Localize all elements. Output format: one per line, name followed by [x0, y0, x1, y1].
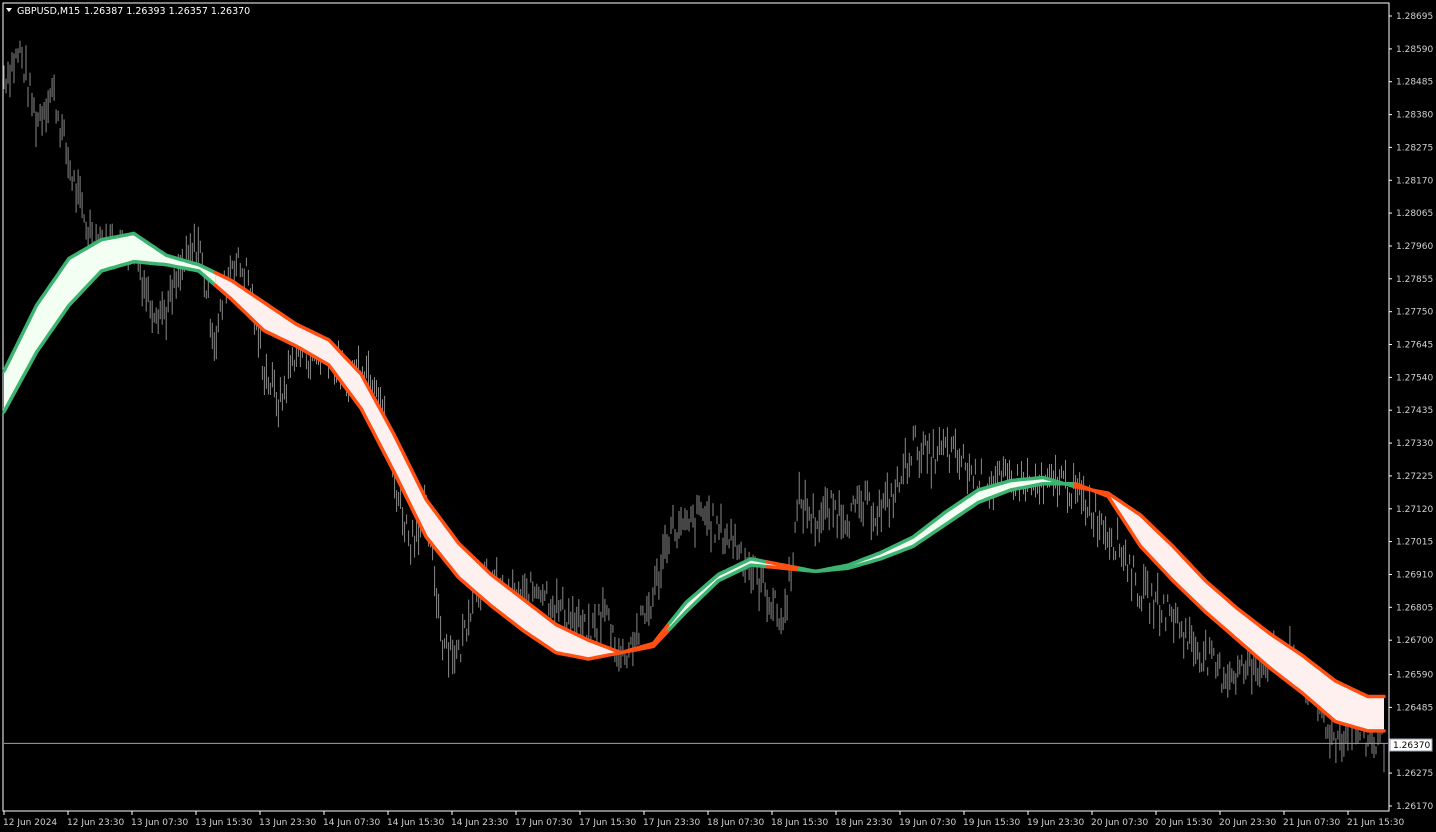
- x-tick-label: 14 Jun 15:30: [387, 818, 444, 828]
- ohlc-quote: 1.26387 1.26393 1.26357 1.26370: [84, 6, 250, 17]
- y-tick-label: 1.26805: [1396, 603, 1433, 613]
- x-tick-label: 13 Jun 15:30: [195, 818, 252, 828]
- x-tick-label: 20 Jun 07:30: [1091, 818, 1148, 828]
- x-tick-label: 19 Jun 15:30: [963, 818, 1020, 828]
- x-tick-label: 21 Jun 07:30: [1283, 818, 1340, 828]
- x-tick-label: 13 Jun 23:30: [259, 818, 316, 828]
- x-tick-label: 14 Jun 23:30: [451, 818, 508, 828]
- y-tick-label: 1.28065: [1396, 209, 1433, 219]
- y-tick-label: 1.28590: [1396, 45, 1433, 55]
- y-tick-label: 1.26700: [1396, 636, 1433, 646]
- chart-header[interactable]: GBPUSD,M15 1.26387 1.26393 1.26357 1.263…: [6, 6, 250, 17]
- y-tick-label: 1.28695: [1396, 12, 1433, 22]
- chart-canvas[interactable]: 1.28695 1.28590 1.28485 1.28380 1.28275 1.281…: [0, 0, 1436, 832]
- current-price-tag-text: 1.26370: [1393, 741, 1430, 751]
- current-price-tag: 1.26370: [1389, 738, 1433, 752]
- y-tick-label: 1.27750: [1396, 308, 1433, 318]
- x-tick-label: 13 Jun 07:30: [131, 818, 188, 828]
- x-tick-label: 12 Jun 23:30: [67, 818, 124, 828]
- y-tick-label: 1.27120: [1396, 505, 1433, 515]
- price-chart[interactable]: 1.28695 1.28590 1.28485 1.28380 1.28275 1.281…: [0, 0, 1436, 832]
- y-tick-label: 1.27330: [1396, 439, 1433, 449]
- y-tick-label: 1.26910: [1396, 571, 1433, 581]
- x-tick-label: 19 Jun 23:30: [1027, 818, 1084, 828]
- y-tick-label: 1.26170: [1396, 802, 1433, 812]
- y-tick-label: 1.26485: [1396, 703, 1433, 713]
- x-tick-label: 20 Jun 15:30: [1155, 818, 1212, 828]
- x-tick-label: 20 Jun 23:30: [1219, 818, 1276, 828]
- x-tick-label: 21 Jun 15:30: [1347, 818, 1404, 828]
- y-tick-label: 1.28275: [1396, 143, 1433, 153]
- x-tick-label: 17 Jun 23:30: [643, 818, 700, 828]
- y-tick-label: 1.27855: [1396, 275, 1433, 285]
- y-tick-label: 1.26275: [1396, 769, 1433, 779]
- x-tick-label: 18 Jun 23:30: [835, 818, 892, 828]
- x-tick-label: 14 Jun 07:30: [323, 818, 380, 828]
- symbol-label: GBPUSD,M15: [17, 6, 80, 17]
- y-tick-label: 1.27645: [1396, 341, 1433, 351]
- y-tick-label: 1.28380: [1396, 111, 1433, 121]
- x-tick-label: 17 Jun 07:30: [515, 818, 572, 828]
- y-tick-label: 1.27960: [1396, 242, 1433, 252]
- y-tick-label: 1.28170: [1396, 176, 1433, 186]
- y-tick-label: 1.28485: [1396, 78, 1433, 88]
- y-tick-label: 1.27540: [1396, 373, 1433, 383]
- x-tick-label: 19 Jun 07:30: [899, 818, 956, 828]
- plot-frame: [2, 2, 1390, 812]
- price-axis[interactable]: 1.28695 1.28590 1.28485 1.28380 1.28275 1.281…: [1389, 12, 1433, 812]
- x-tick-label: 17 Jun 15:30: [579, 818, 636, 828]
- x-tick-label: 12 Jun 2024: [3, 818, 57, 828]
- y-tick-label: 1.27225: [1396, 472, 1433, 482]
- x-tick-label: 18 Jun 15:30: [771, 818, 828, 828]
- y-tick-label: 1.26590: [1396, 671, 1433, 681]
- x-tick-label: 18 Jun 07:30: [707, 818, 764, 828]
- time-axis[interactable]: 12 Jun 2024 12 Jun 23:30 13 Jun 07:30 13 Ju…: [3, 811, 1404, 828]
- y-tick-label: 1.27015: [1396, 538, 1433, 548]
- y-tick-label: 1.27435: [1396, 406, 1433, 416]
